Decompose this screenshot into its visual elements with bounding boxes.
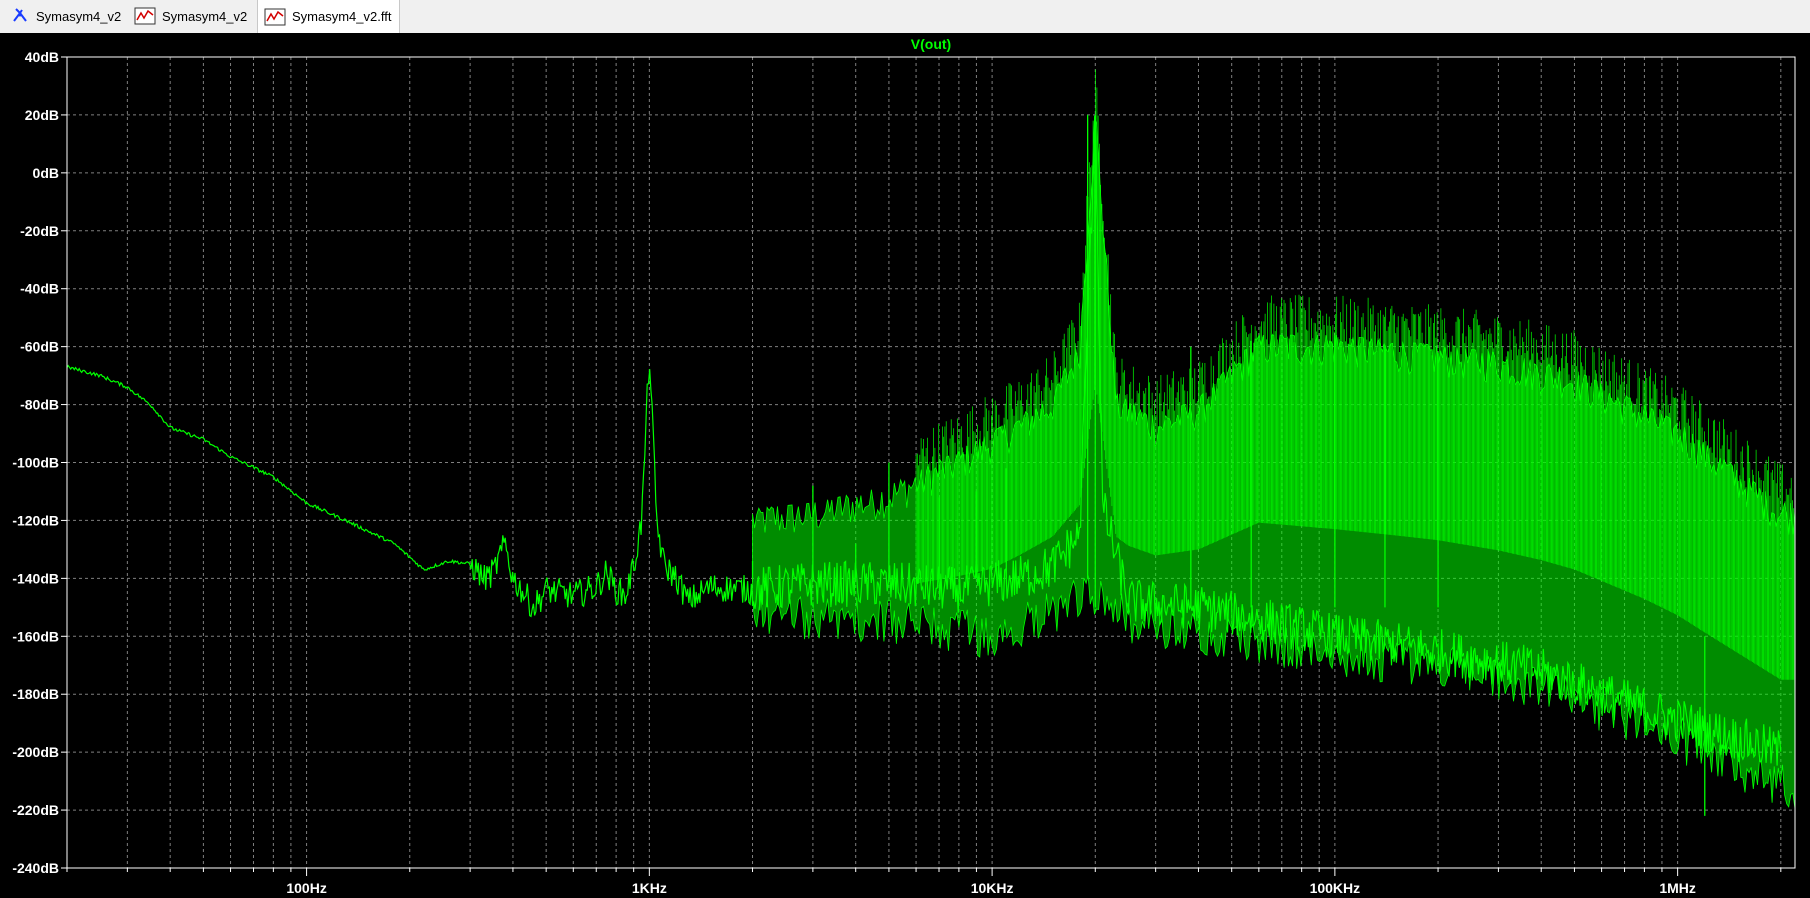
y-tick-label: -40dB: [20, 281, 59, 297]
tab-waveform[interactable]: Symasym4_v2: [128, 0, 255, 32]
y-tick-label: -20dB: [20, 223, 59, 239]
y-tick-label: -140dB: [12, 570, 59, 586]
y-tick-label: 0dB: [33, 165, 59, 181]
waveform-icon: [264, 8, 286, 25]
y-tick-label: -160dB: [12, 628, 59, 644]
tab-label: Symasym4_v2: [162, 8, 248, 24]
y-tick-label: -180dB: [12, 686, 59, 702]
tab-schematic[interactable]: Symasym4_v2: [4, 0, 129, 32]
tab-bar: Symasym4_v2 Symasym4_v2 Symasym4_v2.fft: [0, 0, 1810, 34]
x-tick-label: 10KHz: [971, 880, 1014, 896]
y-tick-label: -220dB: [12, 802, 59, 818]
x-tick-label: 100KHz: [1310, 880, 1361, 896]
tab-label: Symasym4_v2: [36, 8, 122, 24]
y-tick-label: 40dB: [25, 49, 59, 65]
y-tick-label: -80dB: [20, 397, 59, 413]
y-tick-label: -120dB: [12, 512, 59, 528]
fft-plot[interactable]: 40dB 20dB 0dB -20dB -40dB -60dB -80dB -100dB -12…: [0, 33, 1810, 898]
tab-label: Symasym4_v2.fft: [292, 9, 392, 24]
y-tick-label: -240dB: [12, 860, 59, 876]
schematic-icon: [13, 8, 27, 22]
y-tick-label: 20dB: [25, 107, 59, 123]
y-tick-label: -60dB: [20, 339, 59, 355]
waveform-icon: [134, 7, 156, 25]
chart-title: V(out): [911, 36, 951, 52]
y-tick-label: -100dB: [12, 455, 59, 471]
x-tick-label: 100Hz: [286, 880, 326, 896]
y-tick-label: -200dB: [12, 744, 59, 760]
x-tick-label: 1KHz: [632, 880, 667, 896]
tab-fft[interactable]: Symasym4_v2.fft: [257, 0, 401, 33]
x-tick-label: 1MHz: [1659, 880, 1696, 896]
